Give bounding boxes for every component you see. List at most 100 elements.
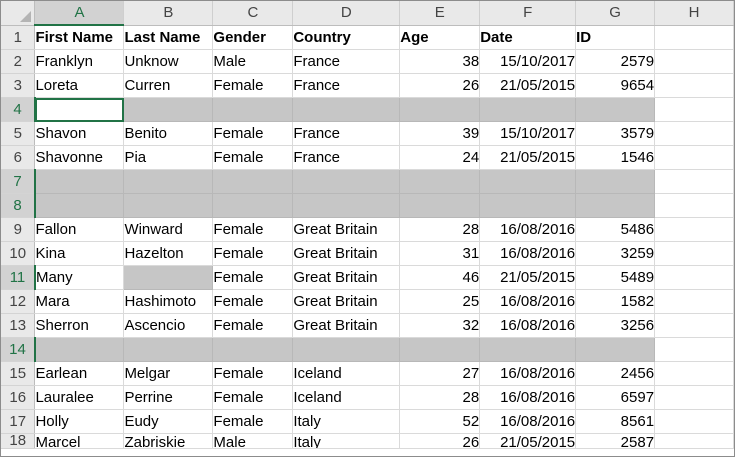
row-header[interactable]: 7: [1, 169, 36, 194]
cell-c5[interactable]: Female: [212, 121, 294, 146]
cell-h9[interactable]: [654, 217, 734, 242]
row-header[interactable]: 14: [1, 337, 36, 362]
cell-c18[interactable]: Male: [212, 433, 294, 449]
cell-b15[interactable]: Melgar: [123, 361, 214, 386]
cell-f2[interactable]: 15/10/2017: [479, 49, 577, 74]
cell-a13[interactable]: Sherron: [34, 313, 125, 338]
cell-h2[interactable]: [654, 49, 734, 74]
cell-f9[interactable]: 16/08/2016: [479, 217, 577, 242]
select-all-button[interactable]: [1, 1, 36, 26]
row-header[interactable]: 2: [1, 49, 36, 74]
cell-h5[interactable]: [654, 121, 734, 146]
cell-f1[interactable]: Date: [479, 25, 577, 50]
cell-g10[interactable]: 3259: [575, 241, 656, 266]
cell-e12[interactable]: 25: [399, 289, 481, 314]
row-header[interactable]: 18: [1, 433, 36, 449]
cell-g18[interactable]: 2587: [575, 433, 656, 449]
column-header-h[interactable]: H: [654, 1, 734, 26]
column-header-f[interactable]: F: [479, 1, 577, 26]
cell-a2[interactable]: Franklyn: [34, 49, 125, 74]
cell-g4[interactable]: [575, 97, 656, 122]
cell-d10[interactable]: Great Britain: [292, 241, 401, 266]
cell-b14[interactable]: [123, 337, 214, 362]
cell-g2[interactable]: 2579: [575, 49, 656, 74]
cell-d15[interactable]: Iceland: [292, 361, 401, 386]
cell-h12[interactable]: [654, 289, 734, 314]
cell-g5[interactable]: 3579: [575, 121, 656, 146]
cell-a16[interactable]: Lauralee: [34, 385, 125, 410]
cell-b5[interactable]: Benito: [123, 121, 214, 146]
cell-e14[interactable]: [399, 337, 481, 362]
row-header[interactable]: 5: [1, 121, 36, 146]
cell-f6[interactable]: 21/05/2015: [479, 145, 577, 170]
cell-f14[interactable]: [479, 337, 577, 362]
cell-h7[interactable]: [654, 169, 734, 194]
cell-e11[interactable]: 46: [399, 265, 481, 290]
cell-a9[interactable]: Fallon: [34, 217, 125, 242]
cell-b2[interactable]: Unknow: [123, 49, 214, 74]
cell-g6[interactable]: 1546: [575, 145, 656, 170]
row-header[interactable]: 17: [1, 409, 36, 434]
cell-a18[interactable]: Marcel: [34, 433, 125, 449]
cell-h1[interactable]: [654, 25, 734, 50]
cell-h11[interactable]: [654, 265, 734, 290]
cell-b6[interactable]: Pia: [123, 145, 214, 170]
cell-g15[interactable]: 2456: [575, 361, 656, 386]
column-header-c[interactable]: C: [212, 1, 294, 26]
row-header[interactable]: 10: [1, 241, 36, 266]
cell-b10[interactable]: Hazelton: [123, 241, 214, 266]
row-header[interactable]: 16: [1, 385, 36, 410]
cell-b4[interactable]: [123, 97, 214, 122]
cell-f13[interactable]: 16/08/2016: [479, 313, 577, 338]
cell-h10[interactable]: [654, 241, 734, 266]
cell-a7[interactable]: [34, 169, 125, 194]
cell-a1[interactable]: First Name: [34, 25, 125, 50]
cell-f15[interactable]: 16/08/2016: [479, 361, 577, 386]
cell-e3[interactable]: 26: [399, 73, 481, 98]
cell-b11[interactable]: [123, 265, 214, 290]
cell-f4[interactable]: [479, 97, 577, 122]
cell-c13[interactable]: Female: [212, 313, 294, 338]
row-header[interactable]: 15: [1, 361, 36, 386]
cell-b7[interactable]: [123, 169, 214, 194]
cell-d7[interactable]: [292, 169, 401, 194]
cell-a6[interactable]: Shavonne: [34, 145, 125, 170]
row-header[interactable]: 6: [1, 145, 36, 170]
cell-g16[interactable]: 6597: [575, 385, 656, 410]
cell-g11[interactable]: 5489: [575, 265, 656, 290]
cell-a8[interactable]: [34, 193, 125, 218]
cell-g1[interactable]: ID: [575, 25, 656, 50]
cell-c8[interactable]: [212, 193, 294, 218]
row-header[interactable]: 9: [1, 217, 36, 242]
cell-d4[interactable]: [292, 97, 401, 122]
column-header-d[interactable]: D: [292, 1, 401, 26]
cell-a3[interactable]: Loreta: [34, 73, 125, 98]
cell-b9[interactable]: Winward: [123, 217, 214, 242]
cell-d3[interactable]: France: [292, 73, 401, 98]
cell-c16[interactable]: Female: [212, 385, 294, 410]
cell-e13[interactable]: 32: [399, 313, 481, 338]
cell-a10[interactable]: Kina: [34, 241, 125, 266]
cell-f3[interactable]: 21/05/2015: [479, 73, 577, 98]
cell-b18[interactable]: Zabriskie: [123, 433, 214, 449]
cell-c7[interactable]: [212, 169, 294, 194]
cell-f16[interactable]: 16/08/2016: [479, 385, 577, 410]
cell-e7[interactable]: [399, 169, 481, 194]
cell-e16[interactable]: 28: [399, 385, 481, 410]
column-header-b[interactable]: B: [123, 1, 214, 26]
cell-g14[interactable]: [575, 337, 656, 362]
row-header[interactable]: 4: [1, 97, 36, 122]
cell-h6[interactable]: [654, 145, 734, 170]
cell-e10[interactable]: 31: [399, 241, 481, 266]
cell-c1[interactable]: Gender: [212, 25, 294, 50]
cell-f8[interactable]: [479, 193, 577, 218]
cell-c14[interactable]: [212, 337, 294, 362]
cell-f5[interactable]: 15/10/2017: [479, 121, 577, 146]
row-header[interactable]: 12: [1, 289, 36, 314]
cell-b13[interactable]: Ascencio: [123, 313, 214, 338]
cell-g12[interactable]: 1582: [575, 289, 656, 314]
cell-f11[interactable]: 21/05/2015: [479, 265, 577, 290]
cell-f17[interactable]: 16/08/2016: [479, 409, 577, 434]
cell-g17[interactable]: 8561: [575, 409, 656, 434]
cell-f7[interactable]: [479, 169, 577, 194]
